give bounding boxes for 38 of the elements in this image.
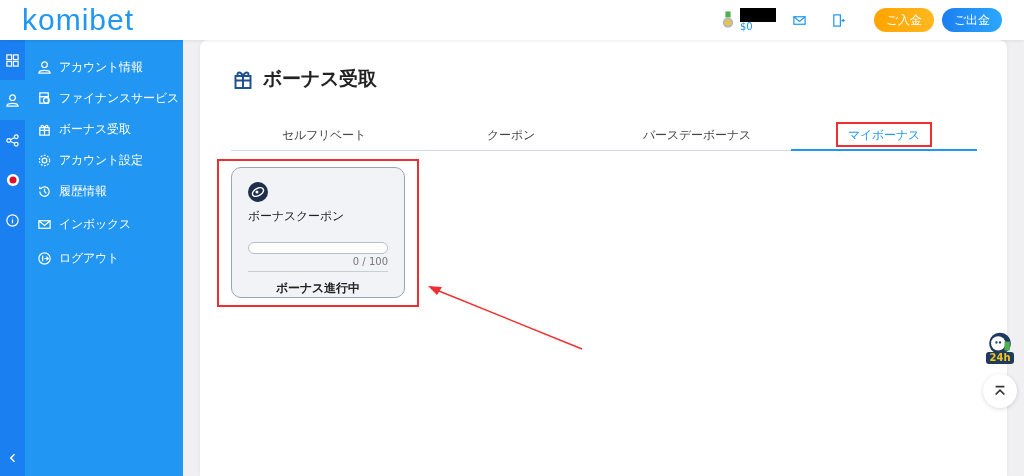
tab[interactable]: バースデーボーナス (604, 122, 791, 149)
sidebar-item[interactable]: 履歴情報 (59, 183, 107, 200)
support-button[interactable]: 24h (982, 330, 1018, 364)
grid-icon (5, 52, 20, 68)
logout-icon (37, 250, 52, 266)
sidebar-item[interactable]: ファイナンスサービス (59, 90, 179, 107)
gift-icon (37, 122, 52, 137)
tab[interactable]: セルフリベート (231, 122, 418, 149)
sidebar-item[interactable]: ログアウト (59, 249, 119, 267)
tab[interactable]: クーポン (417, 122, 604, 149)
coins-icon (37, 91, 52, 106)
redaction-block (740, 8, 776, 22)
sidebar-item[interactable]: ボーナス受取 (59, 121, 131, 138)
record-icon (5, 173, 20, 187)
coupon-icon (248, 182, 268, 202)
sidebar-item[interactable]: アカウント情報 (59, 59, 143, 76)
deposit-button[interactable]: ご入金 (874, 8, 934, 32)
user-icon (37, 60, 52, 75)
card-title: ボーナスクーポン (248, 208, 345, 225)
sidebar-item[interactable]: インボックス (59, 215, 131, 233)
status-text: ボーナス進行中 (275, 280, 361, 297)
page-title: ボーナス受取 (263, 66, 377, 91)
balance-text: $0 (740, 22, 754, 32)
progress-reading: 0 / 100 (351, 256, 388, 267)
user-icon (5, 92, 20, 108)
sidebar-item[interactable]: アカウント設定 (59, 152, 143, 169)
info-icon (5, 212, 20, 228)
withdraw-button[interactable]: ご出金 (942, 8, 1002, 32)
support-hours-badge: 24h (986, 352, 1014, 364)
exit-door-icon[interactable] (831, 12, 846, 28)
settings-icon (37, 153, 52, 168)
share-icon (5, 132, 20, 148)
tab[interactable]: マイボーナス (790, 122, 977, 151)
history-icon (37, 184, 52, 199)
caret-up-icon (993, 384, 1007, 398)
medal-icon (722, 11, 734, 29)
logo[interactable]: komibet (22, 2, 135, 38)
scroll-top-button[interactable] (983, 374, 1017, 408)
